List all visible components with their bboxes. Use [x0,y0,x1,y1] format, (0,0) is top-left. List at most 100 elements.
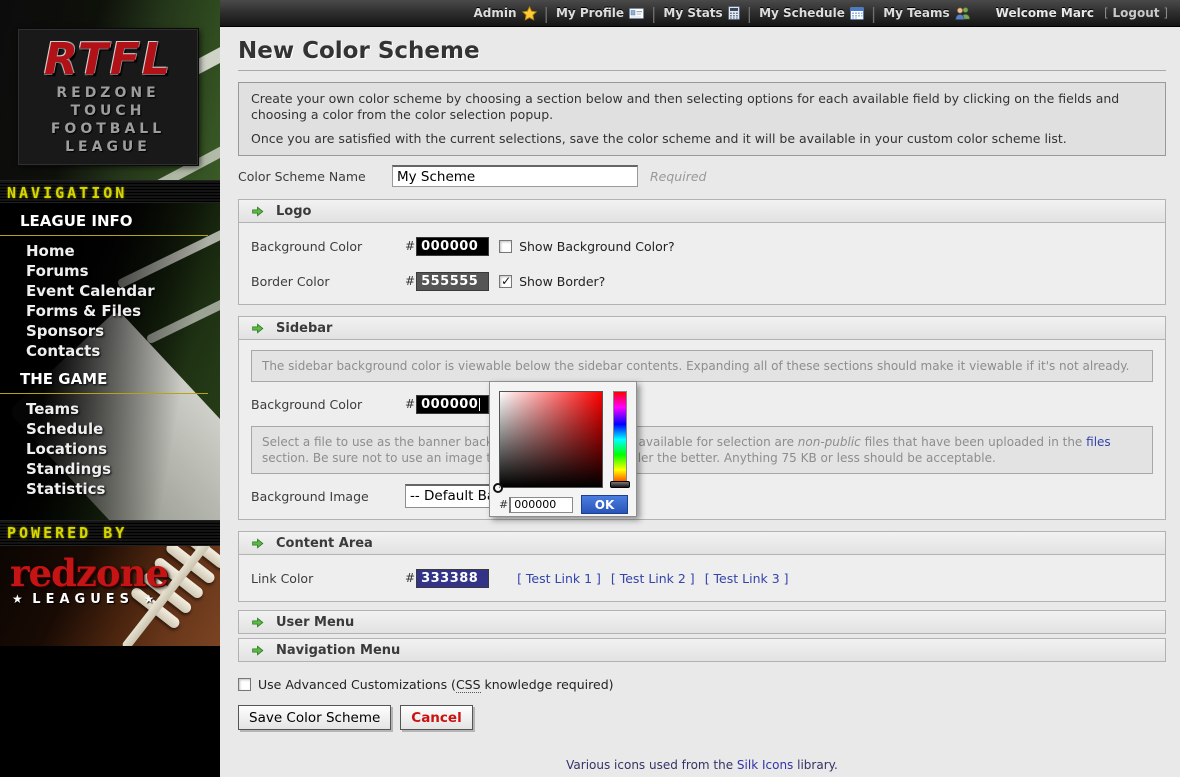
star-icon [522,6,537,21]
league-logo-banner: RTFL REDZONE TOUCH FOOTBALL LEAGUE [0,0,220,180]
sidebar-filler [0,646,220,777]
color-picker-popup: # OK [489,381,637,517]
logout-link[interactable]: Logout [1112,6,1159,20]
link-color-row: Link Color # 333388 [ Test Link 1 ] [ Te… [251,565,1153,591]
sidebar-background-color-row: Background Color # 000000 [251,391,1153,417]
color-scheme-name-row: Color Scheme Name Required [238,164,1166,188]
logo-background-color-input[interactable]: 000000 [416,237,489,256]
files-link[interactable]: files [1086,435,1111,449]
sidebar-item-schedule[interactable]: Schedule [0,419,220,439]
powered-by-led-header: POWERED BY [0,520,220,546]
logo-background-color-row: Background Color # 000000 Show Backgroun… [251,233,1153,259]
section-header-user-menu[interactable]: User Menu [238,610,1166,634]
user-group-icon [955,6,970,20]
nav-section-league-info: LEAGUE INFO [0,203,208,236]
sidebar-note-1: The sidebar background color is viewable… [251,350,1153,382]
main-content: New Color Scheme Create your own color s… [220,27,1180,777]
intro-paragraph-2: Once you are satisfied with the current … [251,131,1153,147]
form-buttons: Save Color Scheme Cancel [238,705,1166,730]
redzone-logo-text: redzone [10,554,220,592]
sidebar-background-color-input[interactable]: 000000 [416,395,489,414]
footer-line-1: Various icons used from the Silk Icons l… [238,755,1166,775]
sidebar-navigation: LEAGUE INFO Home Forums Event Calendar F… [0,203,220,520]
section-body-content-area: Link Color # 333388 [ Test Link 1 ] [ Te… [238,555,1166,602]
sidebar-item-home[interactable]: Home [0,241,220,261]
show-border-checkbox[interactable] [499,275,512,288]
calculator-icon [728,6,740,20]
hue-slider-bar[interactable] [613,391,627,488]
nav-section-the-game: THE GAME [0,361,208,394]
logo-border-color-input[interactable]: 555555 [416,272,489,291]
welcome-text: Welcome Marc [996,6,1094,20]
vcard-icon [629,7,644,20]
section-header-content-area[interactable]: Content Area [238,531,1166,555]
test-link-2[interactable]: [ Test Link 2 ] [611,571,695,586]
sidebar-item-statistics[interactable]: Statistics [0,479,220,499]
saturation-value-gradient[interactable] [499,391,603,488]
picker-ok-button[interactable]: OK [581,495,628,514]
green-arrow-icon [251,537,264,550]
green-arrow-icon [251,644,264,657]
page-title: New Color Scheme [238,38,1166,64]
silk-icons-link[interactable]: Silk Icons [737,758,793,772]
picker-bottom-row: # OK [499,495,628,514]
section-body-sidebar: The sidebar background color is viewable… [238,340,1166,520]
section-body-logo: Background Color # 000000 Show Backgroun… [238,223,1166,305]
sidebar-item-standings[interactable]: Standings [0,459,220,479]
sidebar-item-locations[interactable]: Locations [0,439,220,459]
separator: | [871,4,876,23]
separator: | [651,4,656,23]
test-links: [ Test Link 1 ] [ Test Link 2 ] [ Test L… [517,571,794,586]
color-selection-marker[interactable] [493,483,503,493]
star-icon: ★ [12,592,23,606]
sidebar-item-sponsors[interactable]: Sponsors [0,321,220,341]
green-arrow-icon [251,616,264,629]
intro-paragraph-1: Create your own color scheme by choosing… [251,91,1153,123]
sidebar-item-event-calendar[interactable]: Event Calendar [0,281,220,301]
left-sidebar: RTFL REDZONE TOUCH FOOTBALL LEAGUE NAVIG… [0,0,220,777]
sidebar-background-image-row: Background Image -- Default Ba [251,483,1153,509]
sidebar-note-2: Select a file to use as the banner backg… [251,426,1153,474]
separator: | [544,4,549,23]
top-user-bar: Admin | My Profile | My Stats | My Sched… [220,0,1180,27]
link-color-input[interactable]: 333388 [416,569,489,588]
show-background-color-checkbox[interactable] [499,240,512,253]
save-color-scheme-button[interactable]: Save Color Scheme [238,705,391,730]
picker-hex-input[interactable] [509,497,573,513]
separator: | [747,4,752,23]
menu-item-my-stats[interactable]: My Stats [663,6,739,20]
rtfl-logo[interactable]: RTFL REDZONE TOUCH FOOTBALL LEAGUE [18,29,198,165]
section-header-logo[interactable]: Logo [238,199,1166,223]
intro-info-box: Create your own color scheme by choosing… [238,82,1166,156]
sidebar-item-teams[interactable]: Teams [0,399,220,419]
calendar-icon [850,6,864,20]
menu-item-my-profile[interactable]: My Profile [556,6,644,20]
test-link-3[interactable]: [ Test Link 3 ] [705,571,789,586]
advanced-customizations-checkbox[interactable] [238,678,251,691]
sidebar-item-forums[interactable]: Forums [0,261,220,281]
redzone-leagues-banner[interactable]: redzone ★ LEAGUES ★ [0,546,220,646]
navigation-led-header: NAVIGATION [0,180,220,203]
leagues-logo-text: ★ LEAGUES ★ [12,592,220,607]
rtfl-acronym: RTFL [19,36,197,84]
menu-item-my-teams[interactable]: My Teams [883,6,969,20]
hue-slider-handle[interactable] [610,481,630,488]
test-link-1[interactable]: [ Test Link 1 ] [517,571,601,586]
section-header-sidebar[interactable]: Sidebar [238,316,1166,340]
green-arrow-icon [251,205,264,218]
required-hint: Required [650,169,706,184]
logout-wrap: [ Logout ] [1104,6,1168,20]
css-abbr: CSS [456,677,481,693]
menu-item-my-schedule[interactable]: My Schedule [759,6,864,20]
menu-item-admin[interactable]: Admin [474,6,537,21]
hex-prefix: # [499,498,508,511]
color-scheme-name-input[interactable] [392,165,638,187]
cancel-button[interactable]: Cancel [400,705,472,730]
title-divider [238,70,1166,71]
color-scheme-name-label: Color Scheme Name [238,169,392,184]
sidebar-item-contacts[interactable]: Contacts [0,341,220,361]
section-header-navigation-menu[interactable]: Navigation Menu [238,638,1166,662]
page-footer: Various icons used from the Silk Icons l… [238,755,1166,777]
star-icon: ★ [144,592,155,606]
sidebar-item-forms-files[interactable]: Forms & Files [0,301,220,321]
